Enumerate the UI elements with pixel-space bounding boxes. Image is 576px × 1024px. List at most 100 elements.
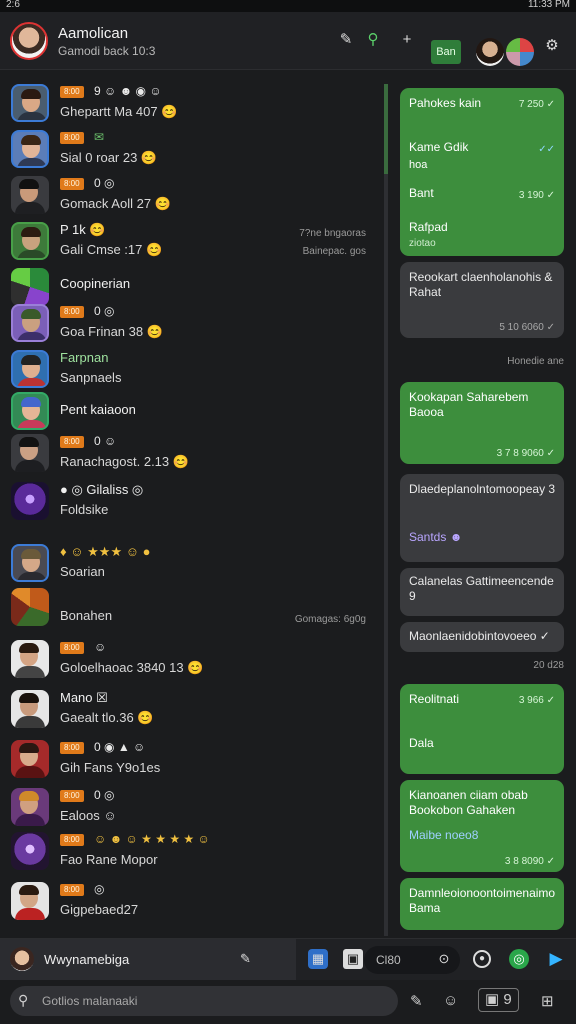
list-item[interactable]: ♦ ☺ ★★★ ☺ ● Soarian [0,540,384,584]
emoji-icon[interactable]: ☺ [443,992,458,1009]
list-item[interactable]: Pent kaiaoon [0,388,384,432]
message-time: 3 8 8090 ✓ [504,856,555,867]
emoji-row: ☺ [94,640,107,654]
avatar [11,882,49,920]
edit-icon[interactable]: ✎ [240,951,251,967]
chat-preview: Goloelhaoac 3840 13 😊 [60,660,204,675]
search-icon: ⚲ [18,992,29,1008]
avatar [11,176,49,214]
send-icon[interactable]: ▶ [546,949,566,969]
calendar-icon[interactable]: ▦ [308,949,328,969]
chat-preview: Foldsike [60,502,109,517]
list-scrollbar[interactable] [384,84,388,936]
record-icon[interactable]: ⊙ [434,949,454,969]
list-item[interactable]: Mano ☒ Gaealt tlo.36 😊 [0,686,384,730]
message-text: Maonlaenidobintovoeeo ✓ [409,629,550,643]
list-item[interactable]: 8:00 ◎ Gigpebaed27 [0,878,384,922]
read-ticks-icon: ✓✓ [538,144,555,155]
list-item[interactable]: 8:00 0 ◉ ▲ ☺ Gih Fans Y9o1es [0,736,384,780]
message-bubble[interactable]: Dlaedeplanolntomoopeay 3 Santds ☻ [400,474,564,562]
list-item[interactable]: 8:00 9 ☺ ☻ ◉ ☺ Ghepartt Ma 407 😊 [0,80,384,124]
message-link[interactable]: Maibe noeo8 [409,828,478,843]
date-separator: Honedie ane [507,356,564,367]
avatar [11,544,49,582]
status-badge: 8:00 [60,790,84,802]
message-time: 3 190 ✓ [518,190,555,201]
contact-avatar-1[interactable] [476,38,504,66]
message-time: 7 250 ✓ [518,99,555,110]
composer-identity[interactable]: Wwynamebiga ✎ [0,939,296,981]
contact-avatar-2[interactable] [506,38,534,66]
avatar [11,832,49,870]
message-bubble[interactable]: Kookapan Saharebem Baooa 3 7 8 9060 ✓ [400,382,564,464]
avatar [11,392,49,430]
list-item[interactable]: 8:00 0 ◎ Goa Frinan 38 😊 [0,300,384,344]
message-bubble[interactable]: Kianoanen ciiam obab Bookobon Gahaken Ma… [400,780,564,872]
avatar [11,690,49,728]
list-item[interactable]: P 1k 😊 Gali Cmse :17 😊 7?ne bngaoras Bai… [0,218,384,262]
mic-icon[interactable]: ◎ [509,949,529,969]
chat-preview: Gih Fans Y9o1es [60,760,161,775]
message-bubble[interactable]: Pahokes kain 7 250 ✓ Kame Gdik ✓✓ hoa Ba… [400,88,564,256]
list-item[interactable]: Farpnan Sanpnaels [0,346,384,390]
list-item[interactable]: 8:00 0 ◎ Ealoos ☺ [0,784,384,828]
chat-preview: Soarian [60,564,105,579]
list-item[interactable]: 8:00 ✉ Sial 0 roar 23 😊 [0,126,384,170]
date-separator: 20 d28 [533,660,564,671]
avatar[interactable] [10,22,48,60]
message-bubble[interactable]: Reolitnati 3 966 ✓ Dala [400,684,564,774]
message-bubble[interactable]: Calanelas Gattimeencende 9 [400,568,564,616]
message-text: Rafpad [409,220,448,234]
avatar [11,130,49,168]
pin-icon[interactable]: ✎ [338,32,354,48]
timestamp: Gomagas: 6g0g [294,614,366,625]
message-text: Santds ☻ [409,530,463,544]
message-bubble[interactable]: Maonlaenidobintovoeeo ✓ [400,622,564,652]
message-text: Kame Gdik [409,140,469,154]
list-item[interactable]: 8:00 0 ◎ Gomack Aoll 27 😊 [0,172,384,216]
message-text: Damnleoionoontoimenaimo Bama [409,886,556,915]
chat-preview: Goa Frinan 38 😊 [60,324,163,339]
message-text: Pahokes kain [409,96,482,110]
emoji-row: 0 ◎ [94,304,115,318]
conversation-pane: Pahokes kain 7 250 ✓ Kame Gdik ✓✓ hoa Ba… [392,72,576,938]
sticker-icon[interactable]: ● [473,950,491,968]
message-time: 3 966 ✓ [518,695,555,706]
avatar [11,222,49,260]
chat-preview: Gali Cmse :17 😊 [60,242,163,257]
list-item[interactable]: 8:00 0 ☺ Ranachagost. 2.13 😊 [0,430,384,474]
message-bubble[interactable]: Damnleoionoontoimenaimo Bama [400,878,564,930]
avatar [11,482,49,520]
chat-name: Coopinerian [60,276,131,291]
grid-icon[interactable]: ⊞ [541,992,554,1010]
chat-preview: Sial 0 roar 23 😊 [60,150,158,165]
message-text: Bant [409,186,434,200]
list-item[interactable]: ● ◎ Gilaliss ◎ Foldsike [0,478,384,522]
avatar [11,304,49,342]
list-item[interactable]: Bonahen Gomagas: 6g0g [0,584,384,628]
message-text: Reookart claenholanohis & Rahat [409,270,553,299]
pen-icon[interactable]: ✎ [410,992,423,1010]
avatar [11,740,49,778]
search-input[interactable]: ⚲ Gotlios malanaaki [10,986,398,1016]
list-item[interactable]: 8:00 ☺ ☻ ☺ ★ ★ ★ ★ ☺ Fao Rane Mopor [0,828,384,872]
chat-preview: Gomack Aoll 27 😊 [60,196,171,211]
message-text: ziotao [409,238,436,249]
avatar [11,640,49,678]
chat-name: Pent kaiaoon [60,402,136,417]
emoji-row: ◎ [94,882,105,896]
message-time: 5 10 6060 ✓ [499,322,555,333]
chat-preview: Fao Rane Mopor [60,852,158,867]
app-header: Aamolican Gamodi back 10:3 ✎ ⚲ + Ban ⚙ [0,12,576,70]
search-icon[interactable]: ⚲ [365,32,381,48]
clipboard-icon[interactable]: ▣ [343,949,363,969]
plus-icon[interactable]: + [399,32,415,48]
chat-name: P 1k 😊 [60,222,106,237]
header-action-button[interactable]: Ban [431,40,461,64]
chat-name: ● ◎ Gilaliss ◎ [60,482,144,497]
message-bubble[interactable]: Reookart claenholanohis & Rahat 5 10 606… [400,262,564,338]
message-text: Kookapan Saharebem Baooa [409,390,529,419]
list-item[interactable]: 8:00 ☺ Goloelhaoac 3840 13 😊 [0,636,384,680]
more-icon[interactable]: ⚙ [544,38,560,54]
gallery-icon[interactable]: ▣ 9 [478,988,519,1012]
